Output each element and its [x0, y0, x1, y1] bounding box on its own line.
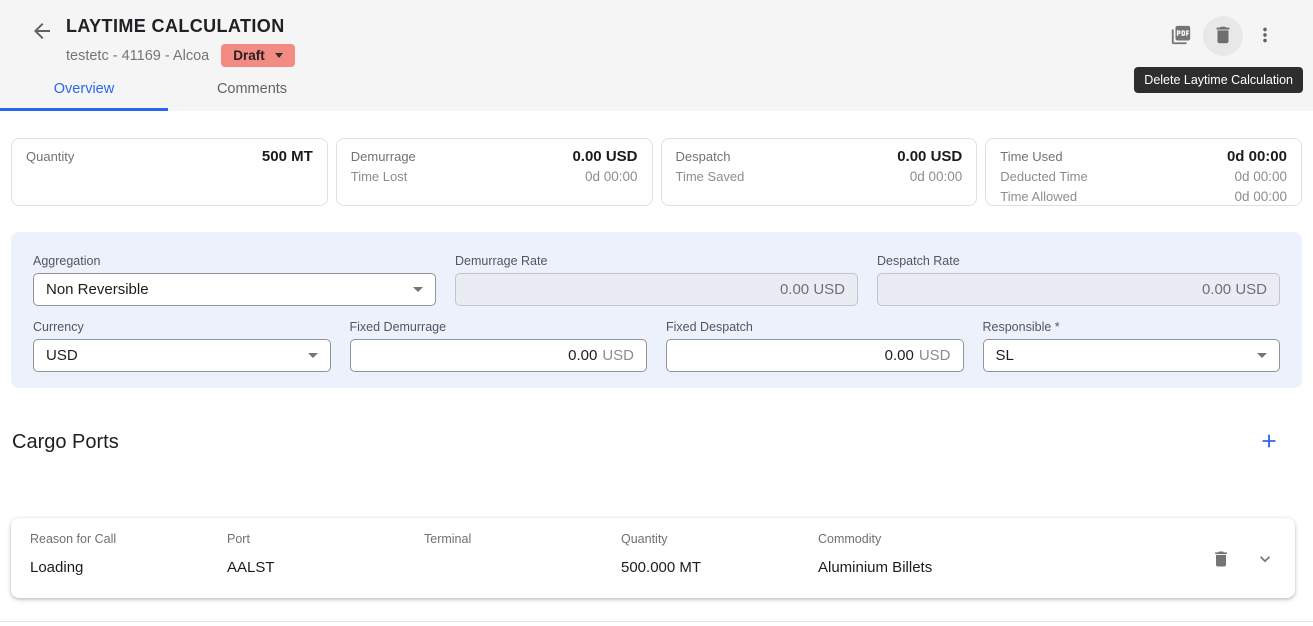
plus-icon: [1258, 430, 1280, 455]
chevron-down-icon: [1255, 549, 1275, 572]
delete-tooltip: Delete Laytime Calculation: [1134, 67, 1303, 93]
arrow-back-icon: [30, 19, 54, 46]
aggregation-value: Non Reversible: [46, 281, 149, 298]
fixed-demurrage-value: 0.00: [568, 347, 597, 364]
summary-cards-row: Quantity 500 MT Demurrage 0.00 USD Time …: [11, 138, 1302, 206]
add-cargo-port-button[interactable]: [1253, 426, 1285, 458]
back-button[interactable]: [28, 18, 56, 46]
tab-bar: Overview Comments: [0, 67, 336, 111]
cargo-col-reason: Reason for Call Loading: [30, 532, 227, 576]
cargo-ports-heading: Cargo Ports: [12, 431, 119, 454]
chevron-down-icon: [413, 287, 423, 292]
card-label: Deducted Time: [1000, 167, 1087, 187]
kebab-menu-icon: [1254, 24, 1276, 49]
time-used-card: Time Used 0d 00:00 Deducted Time 0d 00:0…: [985, 138, 1302, 206]
cargo-col-commodity: Commodity Aluminium Billets: [818, 532, 1015, 576]
responsible-label: Responsible *: [983, 320, 1281, 334]
aggregation-label: Aggregation: [33, 254, 436, 268]
currency-select[interactable]: USD: [33, 339, 331, 372]
demurrage-card: Demurrage 0.00 USD Time Lost 0d 00:00: [336, 138, 653, 206]
port-value: AALST: [227, 559, 424, 576]
responsible-value: SL: [996, 347, 1014, 364]
breadcrumb-subtitle: testetc - 41169 - Alcoa: [66, 48, 209, 64]
card-label: Time Lost: [351, 167, 408, 187]
demurrage-rate-input: 0.00 USD: [455, 273, 858, 306]
despatch-card: Despatch 0.00 USD Time Saved 0d 00:00: [661, 138, 978, 206]
tab-comments[interactable]: Comments: [168, 67, 336, 111]
status-label: Draft: [233, 48, 265, 63]
card-label: Time Allowed: [1000, 187, 1077, 207]
commodity-value: Aluminium Billets: [818, 559, 1015, 576]
card-label: Time Used: [1000, 147, 1062, 167]
chevron-down-icon: [1257, 353, 1267, 358]
fixed-demurrage-input[interactable]: 0.00 USD: [350, 339, 648, 372]
chevron-down-icon: [275, 53, 283, 58]
card-value: 0.00 USD: [897, 147, 962, 167]
card-value: 0d 00:00: [585, 167, 638, 187]
delete-button[interactable]: [1203, 16, 1243, 56]
cargo-col-quantity: Quantity 500.000 MT: [621, 532, 818, 576]
more-options-button[interactable]: [1245, 16, 1285, 56]
page-header: LAYTIME CALCULATION testetc - 41169 - Al…: [0, 0, 1313, 111]
status-badge-dropdown[interactable]: Draft: [221, 44, 295, 67]
export-pdf-button[interactable]: [1161, 16, 1201, 56]
cargo-col-port: Port AALST: [227, 532, 424, 576]
tab-overview[interactable]: Overview: [0, 67, 168, 111]
card-value: 0d 00:00: [910, 167, 963, 187]
responsible-select[interactable]: SL: [983, 339, 1281, 372]
despatch-rate-value: 0.00 USD: [1202, 281, 1267, 298]
column-header: Reason for Call: [30, 532, 227, 546]
card-value: 500 MT: [262, 147, 313, 167]
card-label: Time Saved: [676, 167, 745, 187]
aggregation-select[interactable]: Non Reversible: [33, 273, 436, 306]
chevron-down-icon: [308, 353, 318, 358]
delete-cargo-port-button[interactable]: [1205, 544, 1237, 576]
fixed-despatch-suffix: USD: [919, 347, 951, 364]
despatch-rate-label: Despatch Rate: [877, 254, 1280, 268]
trash-icon: [1211, 549, 1231, 572]
card-value: 0d 00:00: [1227, 147, 1287, 167]
fixed-demurrage-label: Fixed Demurrage: [350, 320, 648, 334]
demurrage-rate-value: 0.00 USD: [780, 281, 845, 298]
page-title: LAYTIME CALCULATION: [66, 16, 295, 37]
card-value: 0d 00:00: [1234, 167, 1287, 187]
card-label: Despatch: [676, 147, 731, 167]
currency-label: Currency: [33, 320, 331, 334]
quantity-value: 500.000 MT: [621, 559, 818, 576]
reason-for-call-value: Loading: [30, 559, 227, 576]
expand-cargo-port-button[interactable]: [1249, 544, 1281, 576]
trash-icon: [1212, 24, 1234, 49]
card-label: Demurrage: [351, 147, 416, 167]
despatch-rate-input: 0.00 USD: [877, 273, 1280, 306]
fixed-despatch-label: Fixed Despatch: [666, 320, 964, 334]
column-header: Port: [227, 532, 424, 546]
fixed-despatch-value: 0.00: [885, 347, 914, 364]
laytime-settings-panel: Aggregation Non Reversible Demurrage Rat…: [11, 232, 1302, 388]
quantity-card: Quantity 500 MT: [11, 138, 328, 206]
column-header: Quantity: [621, 532, 818, 546]
fixed-despatch-input[interactable]: 0.00 USD: [666, 339, 964, 372]
pdf-export-icon: [1170, 24, 1192, 49]
card-value: 0.00 USD: [572, 147, 637, 167]
cargo-col-terminal: Terminal: [424, 532, 621, 559]
fixed-demurrage-suffix: USD: [602, 347, 634, 364]
currency-value: USD: [46, 347, 78, 364]
card-label: Quantity: [26, 147, 74, 167]
card-value: 0d 00:00: [1234, 187, 1287, 207]
demurrage-rate-label: Demurrage Rate: [455, 254, 858, 268]
column-header: Terminal: [424, 532, 621, 546]
column-header: Commodity: [818, 532, 1015, 546]
bottom-divider: [0, 621, 1313, 622]
cargo-port-row[interactable]: Reason for Call Loading Port AALST Termi…: [11, 518, 1295, 598]
